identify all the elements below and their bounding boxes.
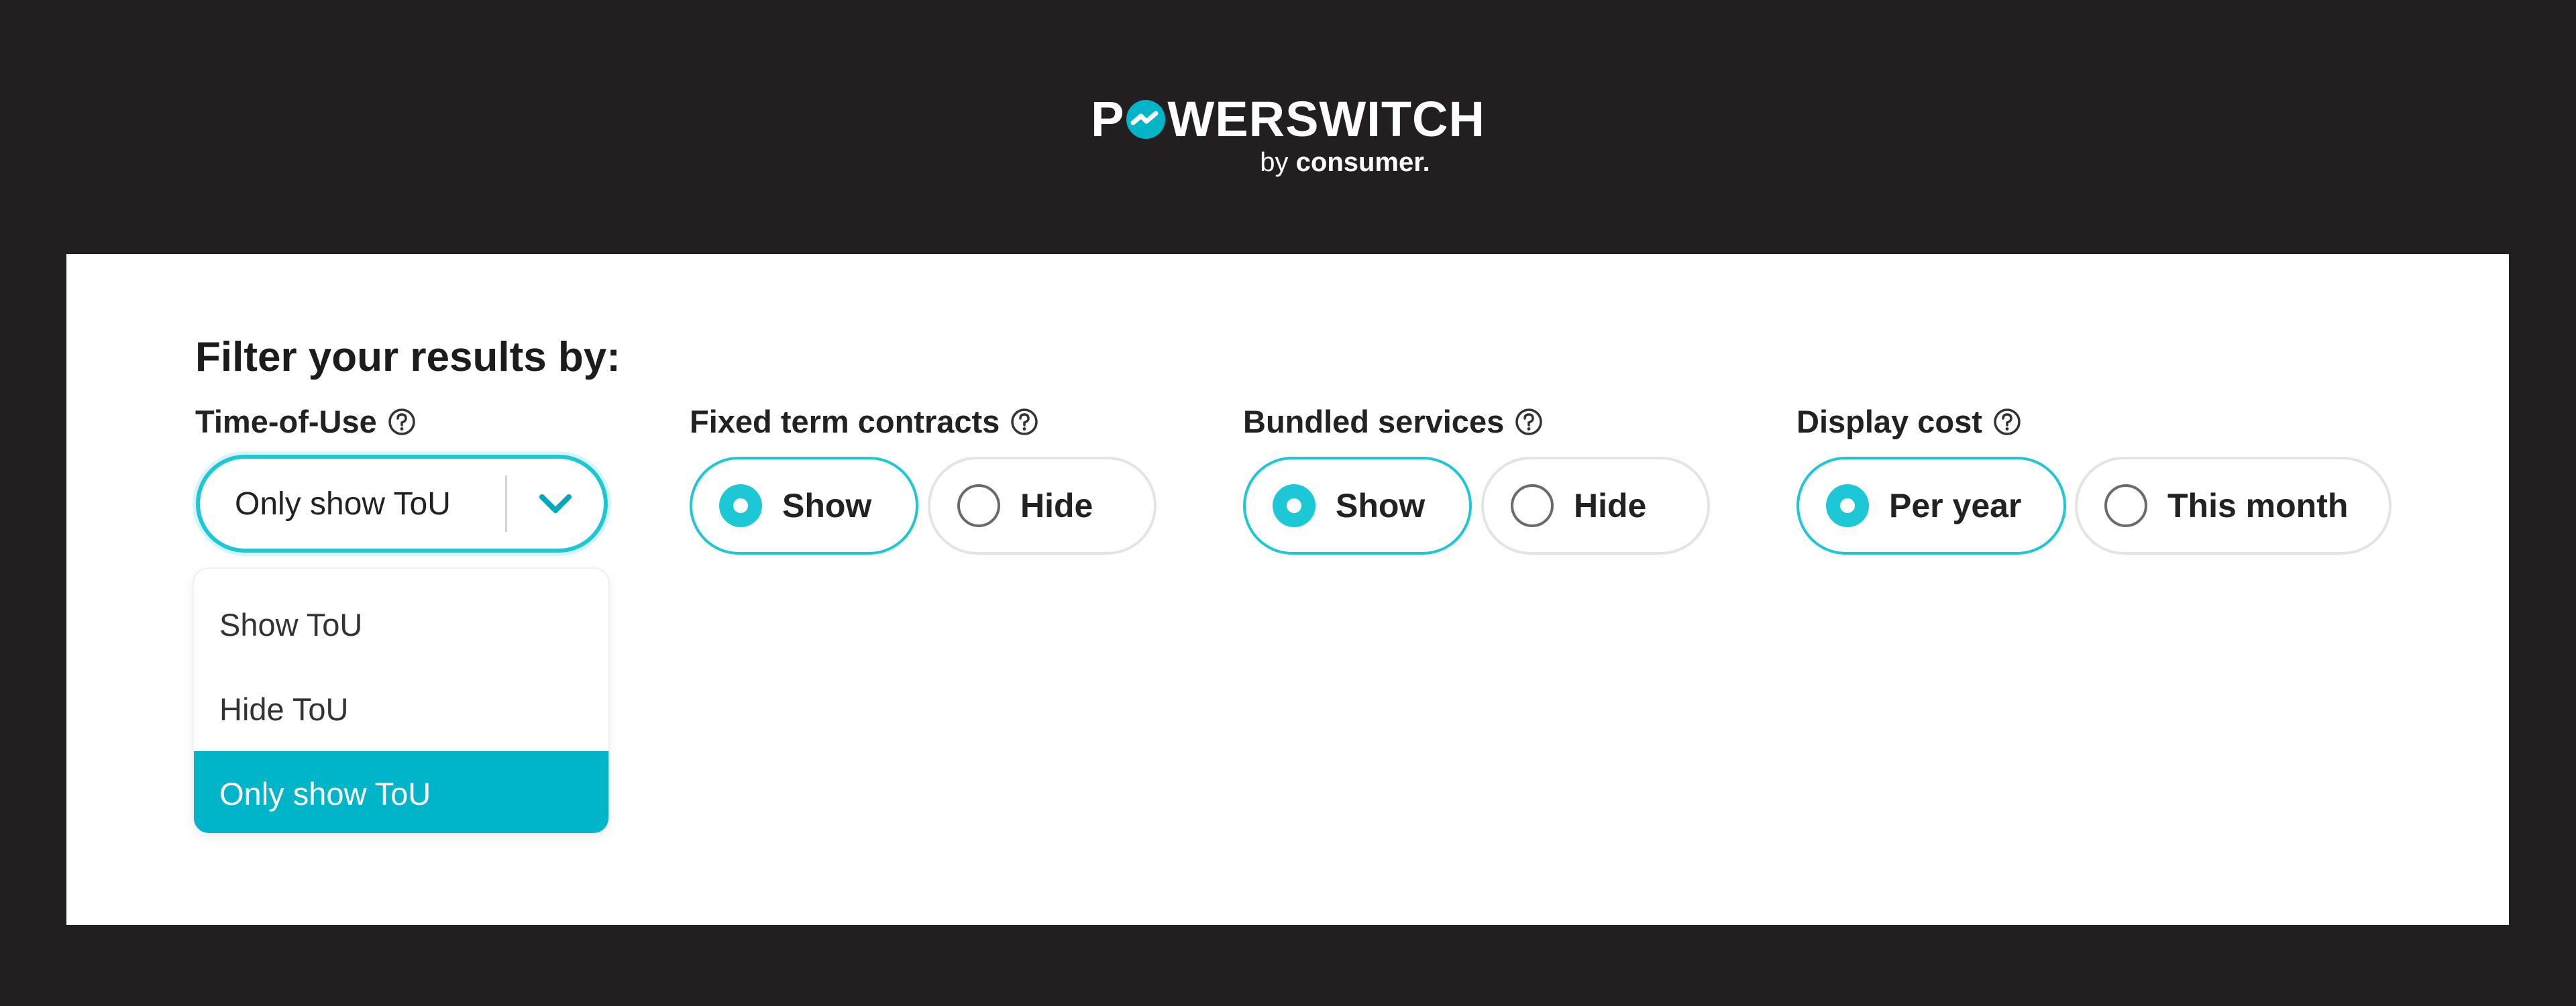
display-cost-this-month-label: This month [2167,487,2349,524]
filter-panel: Filter your results by: Time-of-Use Only… [66,254,2509,925]
fixed-term-show-label: Show [782,487,872,524]
time-of-use-selected-value: Only show ToU [235,486,451,522]
filter-heading: Filter your results by: [195,334,621,380]
logo-wordmark: P WERSWITCH [1091,94,1485,145]
radio-unchecked-icon [2104,484,2147,527]
fixed-term-label: Fixed term contracts [690,403,1038,440]
option-show-tou[interactable]: Show ToU [194,582,608,667]
logo-byline: by consumer. [0,148,2576,177]
time-of-use-select[interactable]: Only show ToU [196,455,608,553]
time-of-use-label-text: Time-of-Use [195,404,377,439]
bundled-show-label: Show [1336,487,1426,524]
radio-unchecked-icon [1511,484,1554,527]
display-cost-label-text: Display cost [1796,404,1982,439]
bundled-label: Bundled services [1243,403,1543,440]
fixed-term-hide-radio[interactable]: Hide [928,457,1157,555]
bundled-hide-radio[interactable]: Hide [1481,457,1710,555]
powerswitch-logo: P WERSWITCH by consumer. [0,94,2576,178]
logo-byline-prefix: by [1260,148,1296,177]
radio-checked-icon [719,484,762,527]
radio-unchecked-icon [957,484,1000,527]
fixed-term-help-icon[interactable] [1010,408,1038,436]
display-cost-this-month-radio[interactable]: This month [2075,457,2392,555]
logo-byline-brand: consumer. [1295,148,1430,177]
option-hide-tou[interactable]: Hide ToU [194,667,608,751]
time-of-use-label: Time-of-Use [195,403,416,440]
bundled-hide-label: Hide [1574,487,1647,524]
display-cost-help-icon[interactable] [1993,408,2021,436]
logo-text-start: P [1091,91,1125,147]
fixed-term-show-radio[interactable]: Show [690,457,918,555]
display-cost-per-year-label: Per year [1889,487,2022,524]
option-only-show-tou[interactable]: Only show ToU [194,751,608,833]
time-of-use-options: Show ToU Hide ToU Only show ToU [193,567,610,834]
display-cost-label: Display cost [1796,403,2021,440]
bundled-show-radio[interactable]: Show [1243,457,1472,555]
logo-o-icon [1126,100,1166,139]
radio-checked-icon [1273,484,1316,527]
logo-text-end: WERSWITCH [1167,91,1485,147]
chevron-down-icon[interactable] [507,492,604,516]
display-cost-per-year-radio[interactable]: Per year [1796,457,2066,555]
fixed-term-label-text: Fixed term contracts [690,404,1000,439]
fixed-term-hide-label: Hide [1020,487,1093,524]
bundled-label-text: Bundled services [1243,404,1505,439]
bundled-help-icon[interactable] [1515,408,1543,436]
radio-checked-icon [1826,484,1869,527]
time-of-use-help-icon[interactable] [388,408,416,436]
